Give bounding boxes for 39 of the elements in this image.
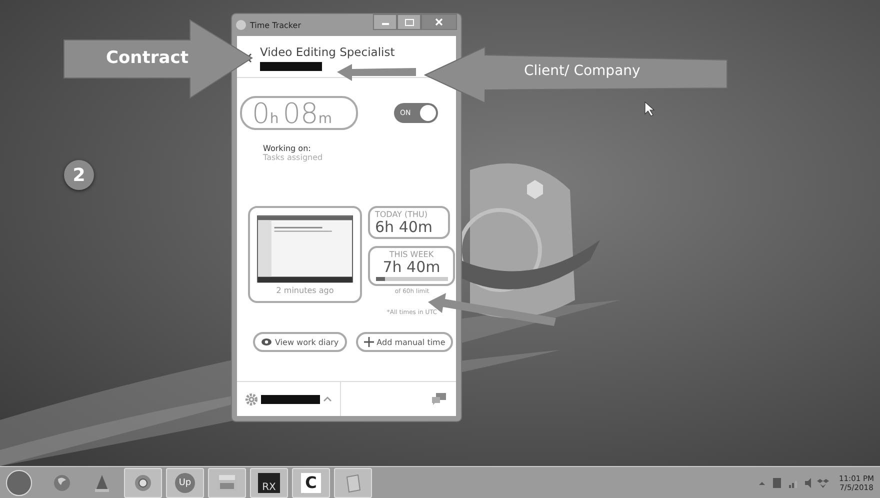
window-title: Time Tracker	[250, 20, 302, 30]
screenshot-time: 2 minutes ago	[276, 286, 334, 295]
week-progress	[376, 277, 448, 281]
today-label: TODAY (THU)	[375, 210, 428, 219]
callout-label: Contract	[106, 48, 188, 68]
start-button[interactable]	[6, 470, 32, 496]
timer-display: 0 h 08 m	[240, 96, 358, 130]
close-icon	[435, 18, 443, 26]
manual-time-button[interactable]: Add manual time	[356, 332, 454, 352]
taskbar-app[interactable]	[208, 468, 246, 498]
taskbar-app[interactable]: RX	[250, 468, 288, 498]
working-on-value: Tasks assigned	[263, 153, 324, 162]
notepad-icon	[344, 472, 362, 492]
working-on-label: Working on:	[263, 144, 312, 153]
eye-icon	[261, 338, 272, 346]
plus-icon	[364, 337, 374, 347]
globe-icon	[52, 472, 72, 492]
taskbar-app[interactable]: C	[292, 468, 330, 498]
work-diary-button[interactable]: View work diary	[253, 332, 347, 352]
cone-icon	[93, 472, 111, 492]
week-hours: 7h 40m	[382, 259, 440, 275]
taskbar-app[interactable]	[124, 468, 162, 498]
browser-icon	[133, 472, 153, 492]
chevron-up-icon[interactable]	[323, 396, 332, 402]
taskbar-app[interactable]: Up	[166, 468, 204, 498]
app-logo-icon	[236, 20, 246, 30]
settings-icon[interactable]	[245, 392, 258, 406]
minimize-button[interactable]	[373, 14, 397, 30]
week-label: THIS WEEK	[389, 250, 434, 259]
callout-label: Client/ Company	[524, 63, 640, 79]
close-button[interactable]	[421, 14, 457, 30]
folder-icon	[216, 474, 238, 492]
maximize-button[interactable]	[397, 14, 421, 30]
today-hours: 6h 40m	[375, 219, 434, 235]
mouse-cursor-icon	[644, 101, 655, 116]
chat-icon[interactable]	[432, 393, 446, 405]
taskbar-app[interactable]	[334, 468, 372, 498]
contract-title: Video Editing Specialist	[260, 44, 395, 58]
tray-icons-drawing	[757, 476, 829, 488]
